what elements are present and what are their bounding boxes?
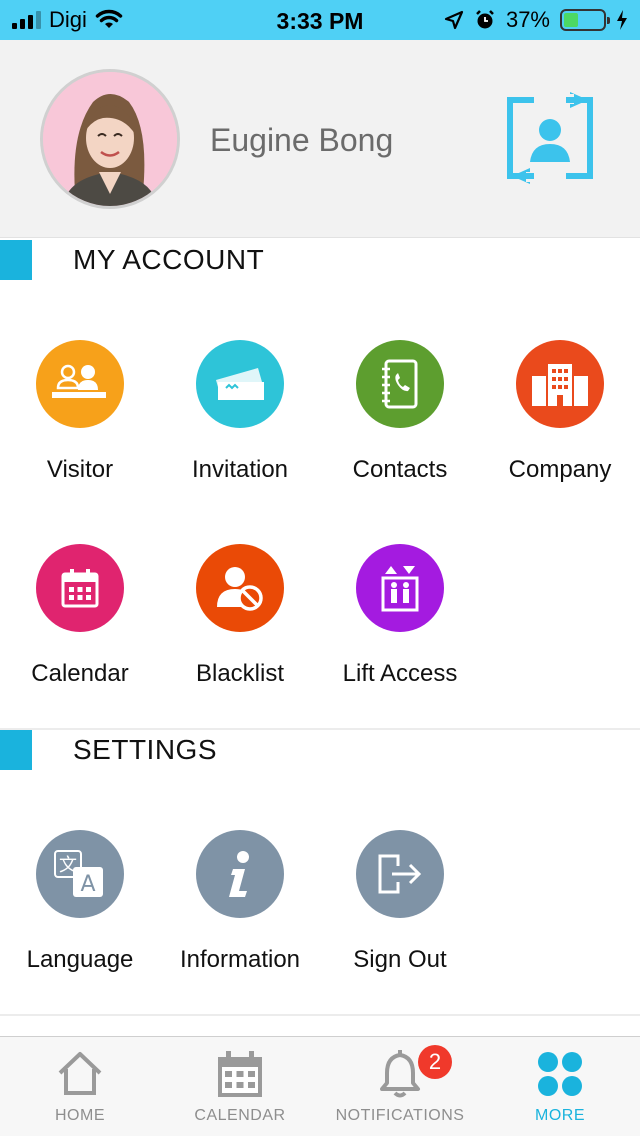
- battery-level: [564, 13, 579, 27]
- sign-out-label: Sign Out: [353, 946, 447, 973]
- section-my-account: MY ACCOUNT: [0, 240, 640, 280]
- contacts-button[interactable]: Contacts: [320, 340, 480, 510]
- language-icon: 文 A: [36, 830, 124, 918]
- status-bar: Digi 3:33 PM 37%: [0, 0, 640, 40]
- section-title: MY ACCOUNT: [73, 244, 265, 275]
- visitor-icon: [36, 340, 124, 428]
- battery-icon: [560, 9, 610, 31]
- home-icon: [58, 1052, 102, 1095]
- visitor-button[interactable]: Visitor: [0, 340, 160, 510]
- company-button[interactable]: Company: [480, 340, 640, 510]
- calendar-icon: [36, 544, 124, 632]
- tab-calendar[interactable]: CALENDAR: [160, 1037, 320, 1136]
- profile-header: Eugine Bong: [0, 40, 640, 238]
- alarm-icon: [476, 10, 494, 29]
- information-label: Information: [179, 946, 301, 973]
- location-icon: [444, 10, 464, 30]
- status-right: 37%: [444, 0, 628, 40]
- sign-out-button[interactable]: Sign Out: [320, 830, 480, 1000]
- tab-notifications[interactable]: 2 NOTIFICATIONS: [320, 1037, 480, 1136]
- information-button[interactable]: Information: [160, 830, 320, 1000]
- bell-icon: [380, 1050, 420, 1098]
- blacklist-button[interactable]: Blacklist: [160, 544, 320, 714]
- blacklist-label: Blacklist: [195, 660, 285, 687]
- user-name: Eugine Bong: [210, 122, 394, 158]
- more-icon: [538, 1052, 582, 1096]
- tab-home-label: HOME: [55, 1107, 105, 1124]
- sign-out-icon: [356, 830, 444, 918]
- section-marker: [0, 240, 32, 280]
- battery-percent: 37%: [505, 7, 550, 32]
- svg-text:A: A: [80, 872, 95, 897]
- notification-badge: 2: [418, 1045, 452, 1079]
- language-button[interactable]: 文 A Language: [0, 830, 160, 1000]
- tab-more-label: MORE: [535, 1107, 585, 1124]
- lift-access-label: Lift Access: [342, 660, 458, 687]
- visitor-label: Visitor: [46, 456, 114, 483]
- calendar-label: Calendar: [31, 660, 129, 687]
- company-label: Company: [508, 456, 612, 483]
- company-icon: [516, 340, 604, 428]
- lift-access-icon: [356, 544, 444, 632]
- information-icon: [196, 830, 284, 918]
- section-divider: [0, 1014, 640, 1016]
- switch-account-icon[interactable]: [504, 90, 596, 186]
- tab-home[interactable]: HOME: [0, 1037, 160, 1136]
- section-title: SETTINGS: [73, 734, 218, 765]
- section-marker: [0, 730, 32, 770]
- invitation-button[interactable]: Invitation: [160, 340, 320, 510]
- bottom-tab-bar: HOME CALENDAR 2 NOTIFICATIONS MORE: [0, 1036, 640, 1136]
- invitation-icon: [196, 340, 284, 428]
- contacts-label: Contacts: [352, 456, 448, 483]
- blacklist-icon: [196, 544, 284, 632]
- tab-more[interactable]: MORE: [480, 1037, 640, 1136]
- invitation-label: Invitation: [191, 456, 289, 483]
- tab-notifications-label: NOTIFICATIONS: [335, 1107, 465, 1124]
- section-settings: SETTINGS: [0, 730, 640, 770]
- tab-calendar-label: CALENDAR: [194, 1107, 286, 1124]
- charging-icon: [617, 10, 627, 30]
- contacts-icon: [356, 340, 444, 428]
- language-label: Language: [26, 946, 134, 973]
- calendar-icon: [218, 1051, 262, 1097]
- calendar-button[interactable]: Calendar: [0, 544, 160, 714]
- avatar-illustration: [43, 72, 177, 206]
- avatar[interactable]: [40, 69, 180, 209]
- lift-access-button[interactable]: Lift Access: [320, 544, 480, 714]
